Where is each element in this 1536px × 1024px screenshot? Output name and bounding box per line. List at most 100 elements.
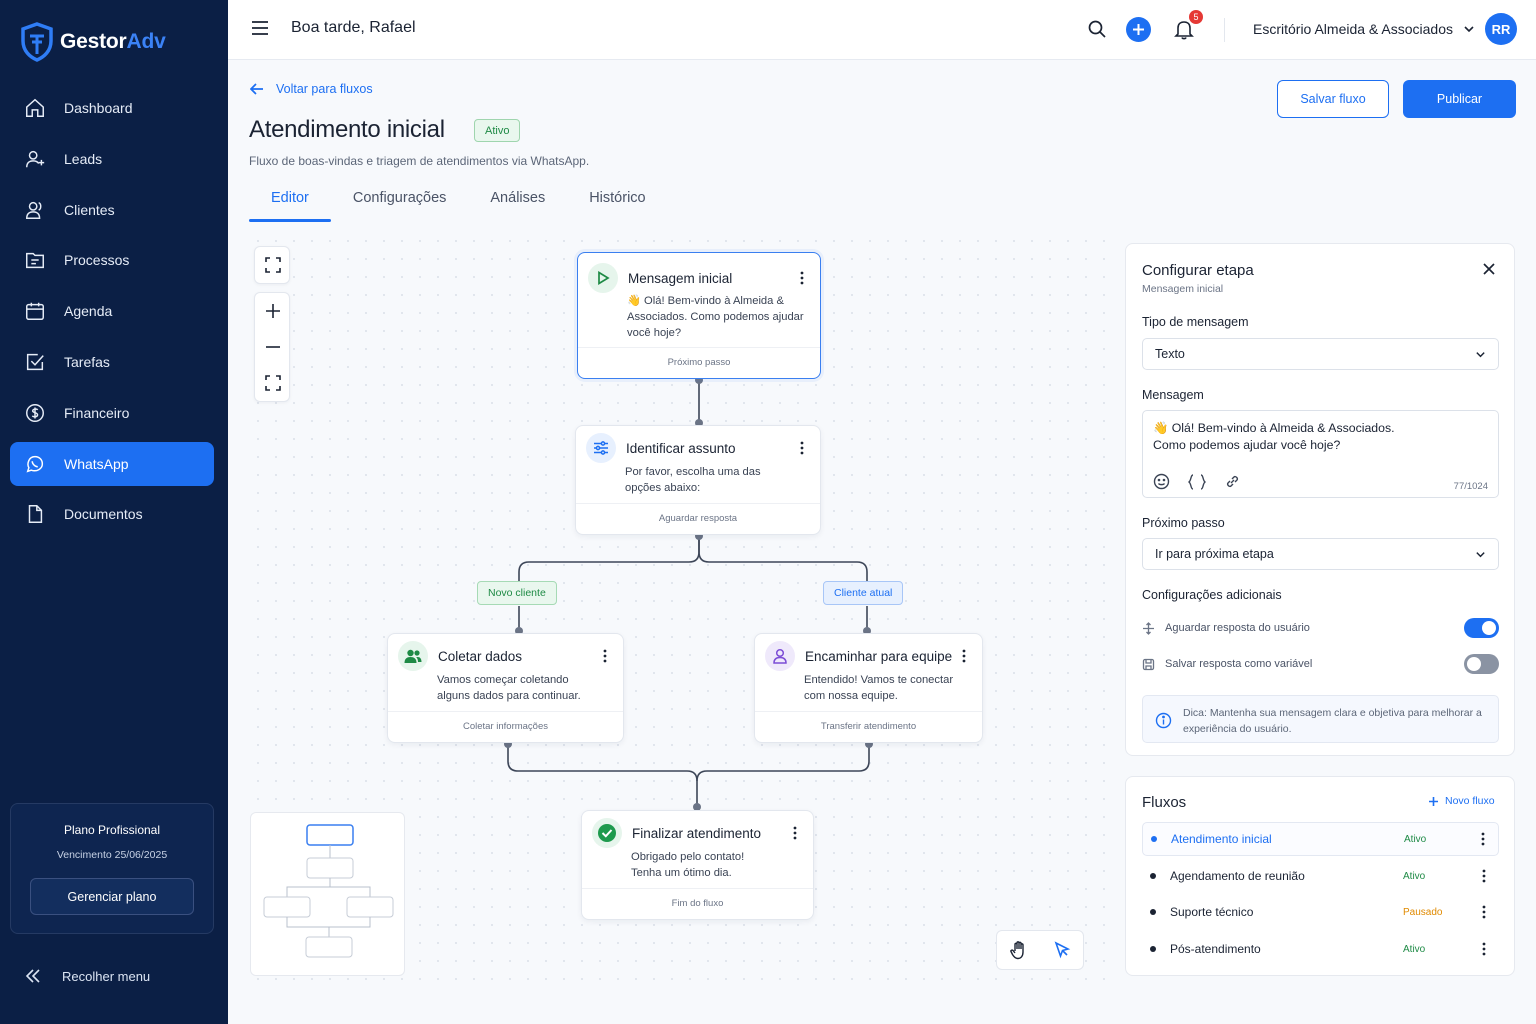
canvas-mode-tools: [996, 930, 1084, 970]
minimap[interactable]: [250, 812, 405, 976]
flow-node-coletar-dados[interactable]: Coletar dados Vamos começar coletando al…: [387, 633, 624, 743]
panel-title: Configurar etapa: [1142, 262, 1254, 279]
node-menu-button[interactable]: [794, 268, 810, 288]
message-type-select[interactable]: Texto: [1142, 338, 1499, 370]
select-tool-button[interactable]: [1053, 941, 1071, 959]
save-icon: [1142, 658, 1155, 670]
flow-item[interactable]: Agendamento de reunião Ativo: [1142, 859, 1499, 893]
flow-node-identificar-assunto[interactable]: Identificar assunto Por favor, escolha u…: [575, 425, 821, 535]
node-footer: Transferir atendimento: [755, 711, 982, 742]
node-footer: Próximo passo: [578, 347, 820, 378]
flow-dot: [1150, 946, 1156, 952]
kebab-icon: [1482, 905, 1486, 919]
flow-status: Pausado: [1403, 906, 1443, 918]
next-step-select[interactable]: Ir para próxima etapa: [1142, 538, 1499, 570]
kebab-icon: [1482, 869, 1486, 883]
option-wait-response: Aguardar resposta do usuário: [1142, 617, 1499, 639]
new-flow-label: Novo fluxo: [1445, 795, 1495, 807]
next-step-label: Próximo passo: [1142, 516, 1225, 530]
char-count: 77/1024: [1453, 481, 1488, 492]
flow-item[interactable]: Atendimento inicial Ativo: [1142, 822, 1499, 856]
node-menu-button[interactable]: [956, 646, 972, 666]
smile-icon: [1153, 473, 1170, 490]
message-type-value: Texto: [1155, 347, 1185, 361]
node-footer: Aguardar resposta: [576, 503, 820, 534]
link-button[interactable]: [1224, 473, 1241, 490]
plus-icon: [1429, 796, 1438, 806]
fullscreen-icon: [265, 257, 281, 273]
sliders-icon: [586, 433, 616, 463]
kebab-icon: [793, 826, 797, 840]
fit-view-button[interactable]: [255, 247, 291, 283]
kebab-icon: [962, 649, 966, 663]
expand-icon: [265, 375, 281, 391]
kebab-icon: [800, 441, 804, 455]
flow-node-finalizar-atendimento[interactable]: Finalizar atendimento Obrigado pelo cont…: [581, 810, 814, 920]
move-icon: [1143, 621, 1154, 635]
node-footer: Coletar informações: [388, 711, 623, 742]
node-body: Obrigado pelo contato! Tenha um ótimo di…: [631, 851, 745, 879]
kebab-icon: [603, 649, 607, 663]
node-body: Vamos começar coletando alguns dados par…: [437, 674, 581, 702]
node-title: Finalizar atendimento: [632, 825, 762, 841]
hand-icon: [1010, 941, 1024, 960]
node-body: 👋 Olá! Bem-vindo à Almeida & Associados.…: [627, 295, 804, 339]
info-icon: [1155, 712, 1172, 729]
pan-tool-button[interactable]: [1009, 940, 1029, 960]
node-title: Encaminhar para equipe: [805, 648, 953, 664]
close-panel-button[interactable]: [1482, 262, 1496, 281]
flow-dot: [1150, 909, 1156, 915]
message-textarea[interactable]: 👋 Olá! Bem-vindo à Almeida & Associados.…: [1142, 410, 1499, 498]
node-title: Identificar assunto: [626, 440, 736, 456]
emoji-button[interactable]: [1153, 473, 1170, 490]
wait-response-toggle[interactable]: [1464, 618, 1499, 638]
branch-label-novo-cliente: Novo cliente: [477, 581, 557, 605]
zoom-out-button[interactable]: [255, 329, 291, 365]
reset-view-button[interactable]: [255, 365, 291, 401]
kebab-icon: [800, 271, 804, 285]
node-menu-button[interactable]: [597, 646, 613, 666]
flow-dot: [1151, 836, 1157, 842]
canvas-zoom-tools: [254, 246, 290, 402]
minimap-preview: [263, 824, 394, 958]
message-label: Mensagem: [1142, 388, 1204, 402]
node-menu-button[interactable]: [787, 823, 803, 843]
flow-status: Ativo: [1404, 833, 1427, 845]
message-toolbar: [1153, 473, 1241, 490]
option-label: Aguardar resposta do usuário: [1165, 622, 1310, 634]
tip-text: Dica: Mantenha sua mensagem clara e obje…: [1183, 707, 1482, 735]
cursor-icon: [1054, 941, 1071, 959]
flow-item[interactable]: Suporte técnico Pausado: [1142, 895, 1499, 929]
flow-name: Pós-atendimento: [1170, 942, 1261, 956]
zoom-in-button[interactable]: [255, 293, 291, 329]
chevron-down-icon: [1476, 551, 1485, 557]
check-circle-icon: [592, 818, 622, 848]
branch-label-cliente-atual: Cliente atual: [823, 581, 904, 605]
message-text: 👋 Olá! Bem-vindo à Almeida & Associados.…: [1153, 421, 1395, 452]
flow-dot: [1150, 873, 1156, 879]
close-icon: [1483, 263, 1495, 275]
flow-menu-button[interactable]: [1476, 829, 1490, 849]
node-body: Por favor, escolha uma das opções abaixo…: [625, 466, 761, 494]
flow-menu-button[interactable]: [1477, 902, 1491, 922]
node-footer: Fim do fluxo: [582, 888, 813, 919]
kebab-icon: [1482, 942, 1486, 956]
save-variable-toggle[interactable]: [1464, 654, 1499, 674]
flow-node-encaminhar-equipe[interactable]: Encaminhar para equipe Entendido! Vamos …: [754, 633, 983, 743]
braces-icon: [1188, 473, 1206, 490]
configure-step-panel: Configurar etapa Mensagem inicial Tipo d…: [1125, 243, 1515, 756]
variable-button[interactable]: [1188, 473, 1206, 490]
node-title: Mensagem inicial: [628, 270, 733, 286]
users-icon: [398, 641, 428, 671]
flow-node-mensagem-inicial[interactable]: Mensagem inicial 👋 Olá! Bem-vindo à Alme…: [577, 252, 821, 379]
node-title: Coletar dados: [438, 648, 523, 664]
play-icon: [588, 263, 618, 293]
kebab-icon: [1481, 832, 1485, 846]
flow-menu-button[interactable]: [1477, 939, 1491, 959]
new-flow-button[interactable]: Novo fluxo: [1428, 795, 1495, 807]
flows-panel: Fluxos Novo fluxo Atendimento inicial At…: [1125, 776, 1515, 976]
node-menu-button[interactable]: [794, 438, 810, 458]
flows-title: Fluxos: [1142, 794, 1187, 811]
flow-item[interactable]: Pós-atendimento Ativo: [1142, 932, 1499, 966]
flow-menu-button[interactable]: [1477, 866, 1491, 886]
